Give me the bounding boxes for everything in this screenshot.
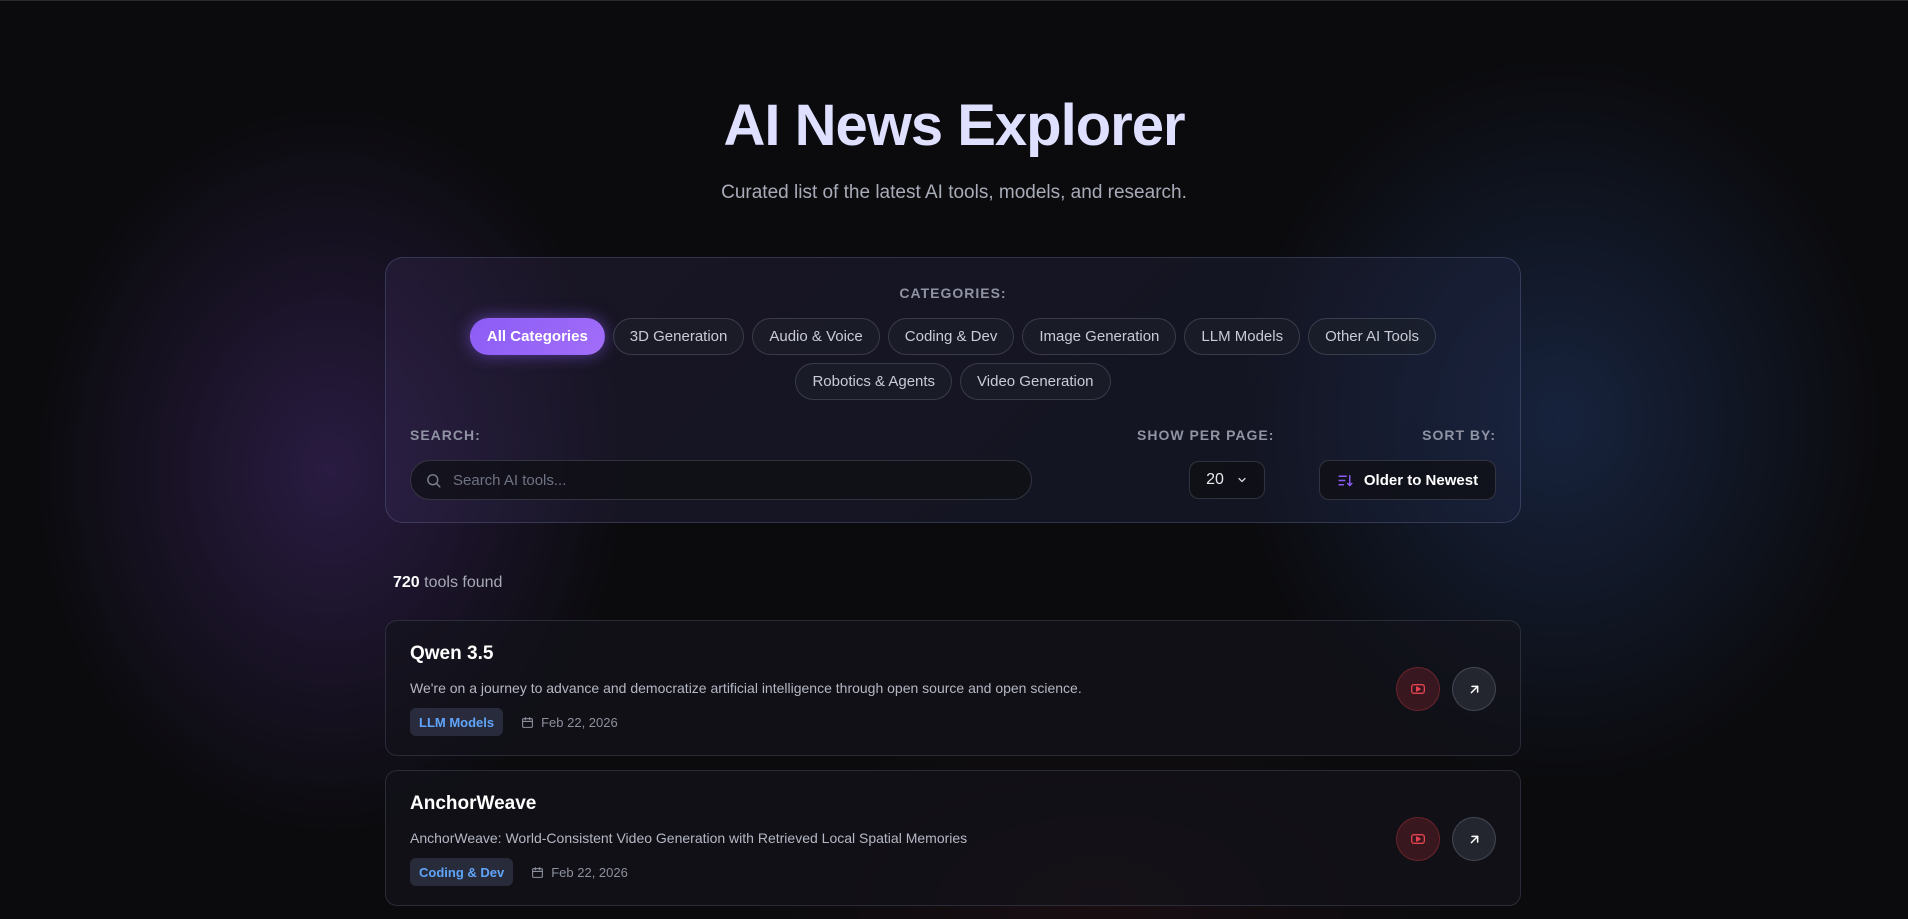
category-chip-audio-voice[interactable]: Audio & Voice xyxy=(752,318,880,355)
tool-card-title: AnchorWeave xyxy=(410,793,537,814)
per-page-value: 20 xyxy=(1206,471,1224,488)
tool-card-date: Feb 22, 2026 xyxy=(521,715,618,730)
categories-label: CATEGORIES: xyxy=(899,285,1007,301)
search-input[interactable] xyxy=(453,471,1031,489)
external-link-icon xyxy=(1470,835,1478,843)
category-tag[interactable]: Coding & Dev xyxy=(410,858,514,886)
search-field[interactable] xyxy=(410,460,1032,500)
search-label: SEARCH: xyxy=(410,427,481,443)
category-chip-other-ai-tools[interactable]: Other AI Tools xyxy=(1308,318,1437,355)
external-link-icon xyxy=(1470,685,1478,693)
tool-card-meta: Coding & Dev Feb 22, 2026 xyxy=(410,858,628,886)
category-chip-video-generation[interactable]: Video Generation xyxy=(960,363,1111,400)
category-chip-3d-generation[interactable]: 3D Generation xyxy=(612,318,745,355)
calendar-icon xyxy=(532,866,544,878)
chevron-down-icon xyxy=(1238,477,1246,483)
tool-card-title: Qwen 3.5 xyxy=(410,643,494,664)
category-chip-all[interactable]: All Categories xyxy=(469,318,605,355)
category-chip-image-generation[interactable]: Image Generation xyxy=(1022,318,1177,355)
youtube-button[interactable] xyxy=(1396,817,1440,861)
category-chip-llm-models[interactable]: LLM Models xyxy=(1184,318,1301,355)
date-text: Feb 22, 2026 xyxy=(551,864,628,880)
category-chip-coding-dev[interactable]: Coding & Dev xyxy=(887,318,1015,355)
page-title: AI News Explorer xyxy=(723,93,1185,158)
per-page-label: SHOW PER PAGE: xyxy=(1137,427,1275,443)
search-icon xyxy=(427,473,441,488)
date-text: Feb 22, 2026 xyxy=(541,714,618,730)
sort-button[interactable]: Older to Newest xyxy=(1319,460,1496,500)
calendar-icon xyxy=(522,716,534,728)
results-count-number: 720 xyxy=(393,574,420,591)
sort-value: Older to Newest xyxy=(1363,471,1479,489)
category-chips-row-1: All Categories 3D Generation Audio & Voi… xyxy=(386,318,1520,355)
sort-label: SORT BY: xyxy=(1422,427,1496,443)
results-count-suffix: tools found xyxy=(424,574,503,591)
tool-card: AnchorWeave AnchorWeave: World-Consisten… xyxy=(385,770,1521,906)
per-page-select[interactable]: 20 xyxy=(1189,461,1265,499)
tool-card-date: Feb 22, 2026 xyxy=(531,865,628,880)
tool-card-meta: LLM Models Feb 22, 2026 xyxy=(410,708,618,736)
youtube-icon xyxy=(1411,834,1425,844)
tool-card-description: AnchorWeave: World-Consistent Video Gene… xyxy=(410,830,968,846)
results-count: 720 tools found xyxy=(393,574,502,592)
category-tag[interactable]: LLM Models xyxy=(410,708,504,736)
youtube-icon xyxy=(1411,684,1425,694)
category-chip-robotics-agents[interactable]: Robotics & Agents xyxy=(795,363,953,400)
page-subtitle: Curated list of the latest AI tools, mod… xyxy=(721,182,1187,203)
sort-icon xyxy=(1338,474,1353,486)
open-link-button[interactable] xyxy=(1452,667,1496,711)
filter-panel: CATEGORIES: All Categories 3D Generation… xyxy=(385,257,1521,523)
top-divider xyxy=(0,0,1908,1)
open-link-button[interactable] xyxy=(1452,817,1496,861)
tool-card: Qwen 3.5 We're on a journey to advance a… xyxy=(385,620,1521,756)
youtube-button[interactable] xyxy=(1396,667,1440,711)
category-chips-row-2: Robotics & Agents Video Generation xyxy=(386,363,1520,400)
tool-card-description: We're on a journey to advance and democr… xyxy=(410,680,1082,696)
